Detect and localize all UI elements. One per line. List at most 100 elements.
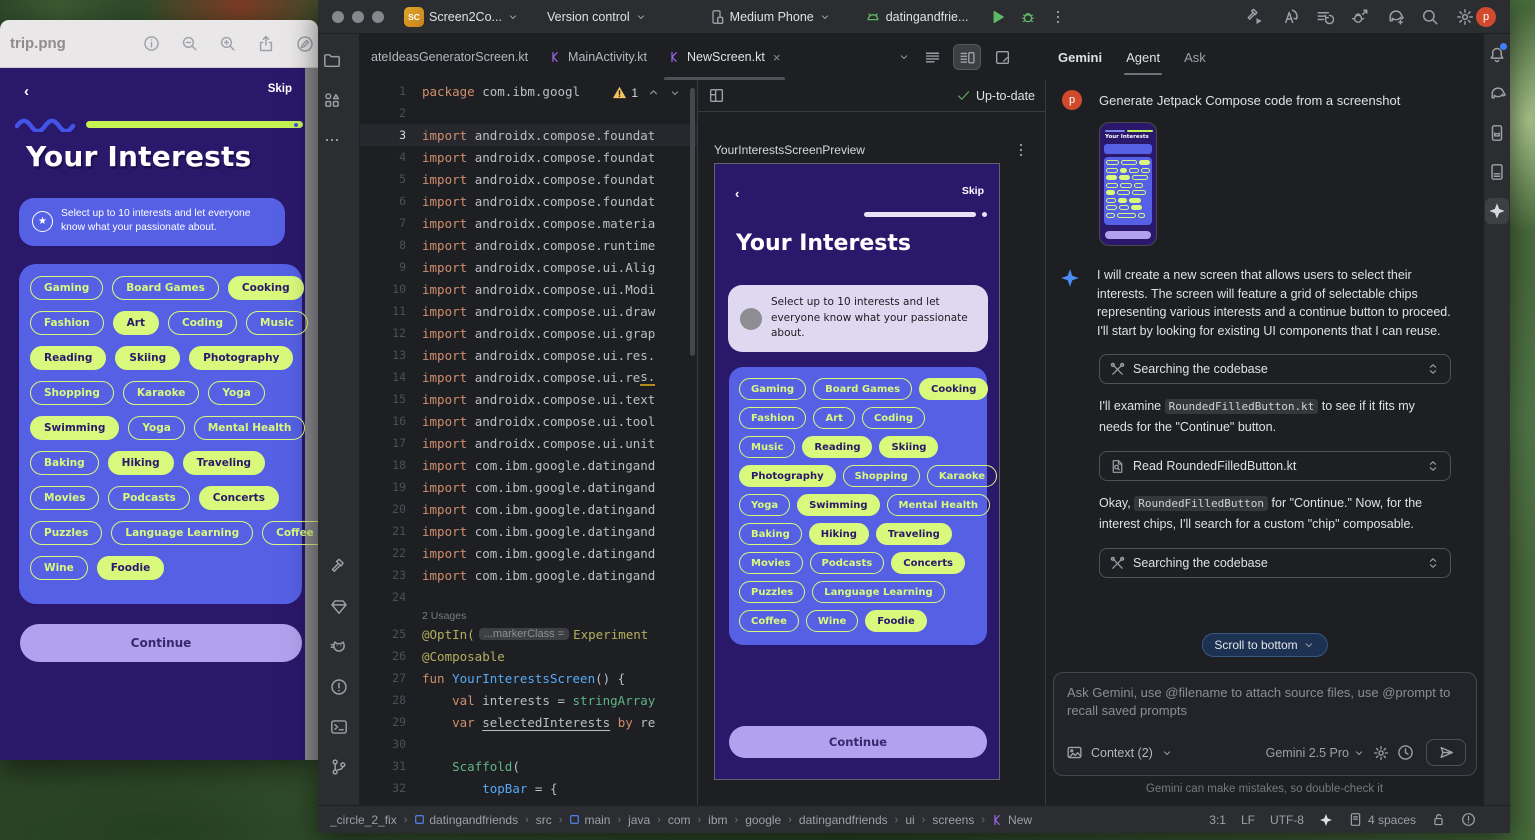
screenshot-thumbnail[interactable]: Your Interests	[1099, 122, 1157, 246]
gear-icon[interactable]	[1373, 745, 1389, 761]
breadcrumb-item-new[interactable]: New	[992, 813, 1032, 827]
design-chip-swimming[interactable]: Swimming	[30, 416, 119, 440]
preview-chip-skiing[interactable]: Skiing	[879, 436, 938, 458]
line-number[interactable]: 21	[360, 524, 422, 538]
line-number[interactable]: 2	[360, 106, 422, 120]
breadcrumb-item-main[interactable]: main	[569, 813, 610, 827]
line-number[interactable]: 17	[360, 436, 422, 450]
preview-chip-movies[interactable]: Movies	[739, 552, 803, 574]
design-chip-art[interactable]: Art	[113, 311, 159, 335]
design-chip-baking[interactable]: Baking	[30, 451, 99, 475]
problems-icon[interactable]	[325, 673, 353, 701]
run-configuration[interactable]: datingandfrie...	[865, 9, 969, 25]
device-manager-icon[interactable]	[1485, 159, 1509, 185]
refactor-icon[interactable]	[1281, 8, 1299, 26]
design-chip-wine[interactable]: Wine	[30, 556, 88, 580]
line-number[interactable]: 25	[360, 627, 422, 641]
line-number[interactable]: 3	[360, 128, 422, 142]
design-chip-cooking[interactable]: Cooking	[228, 276, 304, 300]
scroll-to-bottom-button[interactable]: Scroll to bottom	[1201, 633, 1327, 657]
line-number[interactable]: 4	[360, 150, 422, 164]
breadcrumb-item--circle-2-fix[interactable]: _circle_2_fix	[330, 813, 397, 827]
settings-icon[interactable]	[1456, 8, 1474, 26]
gemini-input-box[interactable]: Ask Gemini, use @filename to attach sour…	[1053, 672, 1477, 776]
design-chip-gaming[interactable]: Gaming	[30, 276, 103, 300]
preview-chip-shopping[interactable]: Shopping	[843, 465, 920, 487]
breadcrumb-item-google[interactable]: google	[745, 813, 781, 827]
preview-chip-traveling[interactable]: Traveling	[876, 523, 952, 545]
preview-chip-gaming[interactable]: Gaming	[739, 378, 806, 400]
tool-call-card[interactable]: Searching the codebase	[1099, 548, 1451, 578]
design-chip-karaoke[interactable]: Karaoke	[123, 381, 200, 405]
line-number[interactable]: 10	[360, 282, 422, 296]
attach-debugger-icon[interactable]	[1351, 8, 1369, 26]
preview-chip-language-learning[interactable]: Language Learning	[812, 581, 944, 603]
preview-chip-reading[interactable]: Reading	[802, 436, 872, 458]
preview-chip-yoga[interactable]: Yoga	[739, 494, 790, 516]
preview-chip-podcasts[interactable]: Podcasts	[810, 552, 885, 574]
share-icon[interactable]	[257, 35, 275, 53]
design-chip-yoga[interactable]: Yoga	[208, 381, 264, 405]
preview-chip-cooking[interactable]: Cooking	[919, 378, 988, 400]
gradle-sync-icon[interactable]	[1386, 8, 1404, 26]
tab-ateideasgeneratorscreen[interactable]: ateIdeasGeneratorScreen.kt	[360, 34, 539, 80]
inspection-widget[interactable]: 1	[608, 83, 685, 102]
preview-chip-concerts[interactable]: Concerts	[891, 552, 965, 574]
tab-newscreen[interactable]: NewScreen.kt×	[658, 34, 791, 80]
preview-chip-art[interactable]: Art	[813, 407, 854, 429]
design-chip-music[interactable]: Music	[246, 311, 308, 335]
preview-chip-puzzles[interactable]: Puzzles	[739, 581, 805, 603]
build-run-icon[interactable]	[1246, 8, 1264, 26]
window-zoom-button[interactable]	[372, 11, 384, 23]
chevron-updown-icon[interactable]	[1426, 556, 1440, 570]
tool-call-card[interactable]: Searching the codebase	[1099, 354, 1451, 384]
line-separator[interactable]: LF	[1241, 813, 1255, 827]
send-button[interactable]	[1426, 739, 1466, 766]
version-control-icon[interactable]	[325, 753, 353, 781]
preview-chip-baking[interactable]: Baking	[739, 523, 802, 545]
view-code-button[interactable]	[919, 45, 945, 69]
layout-editor-icon[interactable]	[708, 87, 725, 104]
line-number[interactable]: 19	[360, 480, 422, 494]
breadcrumb-item-ui[interactable]: ui	[905, 813, 914, 827]
design-chip-reading[interactable]: Reading	[30, 346, 106, 370]
line-number[interactable]: 6	[360, 194, 422, 208]
gradle-icon[interactable]	[1485, 81, 1509, 107]
project-icon[interactable]	[318, 46, 346, 74]
line-number[interactable]: 16	[360, 414, 422, 428]
model-selector[interactable]: Gemini 2.5 Pro	[1266, 746, 1365, 760]
preview-chip-board-games[interactable]: Board Games	[813, 378, 912, 400]
breadcrumb-item-com[interactable]: com	[668, 813, 691, 827]
close-icon[interactable]: ×	[773, 50, 781, 65]
code-editor[interactable]: 1package com.ibm.googl23import androidx.…	[360, 80, 697, 805]
line-number[interactable]: 23	[360, 568, 422, 582]
logcat-icon[interactable]	[325, 633, 353, 661]
view-design-button[interactable]	[989, 45, 1015, 69]
image-attach-icon[interactable]	[1066, 744, 1083, 761]
preview-chip-coffee[interactable]: Coffee	[739, 610, 799, 632]
preview-chip-photography[interactable]: Photography	[739, 465, 836, 487]
chevron-down-icon[interactable]	[898, 51, 910, 63]
design-chip-mental-health[interactable]: Mental Health	[194, 416, 306, 440]
line-number[interactable]: 27	[360, 671, 422, 685]
usages-hint-row[interactable]: 2 Usages	[360, 608, 697, 623]
preview-chip-coding[interactable]: Coding	[862, 407, 925, 429]
design-chip-fashion[interactable]: Fashion	[30, 311, 104, 335]
design-chip-language-learning[interactable]: Language Learning	[111, 521, 253, 545]
resource-manager-icon[interactable]	[318, 86, 346, 114]
design-chip-foodie[interactable]: Foodie	[97, 556, 164, 580]
chevron-up-icon[interactable]	[647, 86, 660, 99]
line-number[interactable]: 14	[360, 370, 422, 384]
line-number[interactable]: 24	[360, 590, 422, 604]
terminal-icon[interactable]	[325, 713, 353, 741]
design-chip-yoga[interactable]: Yoga	[128, 416, 184, 440]
line-number[interactable]: 31	[360, 759, 422, 773]
gemini-tab-agent[interactable]: Agent	[1126, 34, 1160, 80]
preview-chip-hiking[interactable]: Hiking	[809, 523, 869, 545]
history-clock-icon[interactable]	[1397, 744, 1414, 761]
gemini-icon[interactable]	[1485, 198, 1509, 224]
line-number[interactable]: 8	[360, 238, 422, 252]
chevron-updown-icon[interactable]	[1426, 459, 1440, 473]
context-dropdown[interactable]: Context (2)	[1091, 746, 1153, 760]
line-number[interactable]: 18	[360, 458, 422, 472]
